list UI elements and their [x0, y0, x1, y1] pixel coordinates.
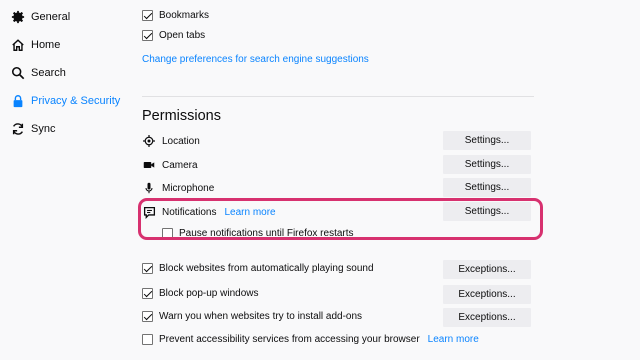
change-search-preferences-link[interactable]: Change preferences for search engine sug…	[142, 54, 369, 65]
sidebar-item-search[interactable]: Search	[10, 62, 66, 84]
sync-icon	[10, 121, 26, 137]
bookmarks-label: Bookmarks	[159, 10, 210, 21]
prevent-accessibility-checkbox[interactable]	[142, 334, 153, 345]
sidebar-item-label: Privacy & Security	[31, 95, 121, 107]
sidebar-item-label: Home	[31, 39, 61, 51]
microphone-icon	[142, 181, 156, 195]
microphone-label: Microphone	[162, 182, 215, 194]
block-popups-checkbox[interactable]	[142, 288, 153, 299]
prevent-accessibility-label: Prevent accessibility services from acce…	[159, 334, 420, 345]
block-autoplay-option[interactable]: Block websites from automatically playin…	[142, 263, 374, 274]
sidebar-item-sync[interactable]: Sync	[10, 118, 55, 140]
sidebar-item-general[interactable]: General	[10, 6, 70, 28]
bookmarks-checkbox[interactable]	[142, 10, 153, 21]
section-divider	[142, 96, 534, 97]
warn-addons-option[interactable]: Warn you when websites try to install ad…	[142, 311, 362, 322]
sidebar-item-privacy-security[interactable]: Privacy & Security	[10, 90, 120, 112]
home-icon	[10, 37, 26, 53]
warn-addons-checkbox[interactable]	[142, 311, 153, 322]
camera-icon	[142, 158, 156, 172]
autoplay-exceptions-button[interactable]: Exceptions...	[443, 260, 531, 279]
addons-exceptions-button[interactable]: Exceptions...	[443, 308, 531, 327]
prevent-accessibility-option[interactable]: Prevent accessibility services from acce…	[142, 334, 479, 345]
bookmarks-option[interactable]: Bookmarks	[142, 10, 209, 21]
location-icon	[142, 134, 156, 148]
microphone-permission-row: Microphone	[142, 181, 214, 195]
location-permission-row: Location	[142, 134, 200, 148]
main-content: Bookmarks Open tabs Change preferences f…	[142, 0, 542, 360]
popups-exceptions-button[interactable]: Exceptions...	[443, 285, 531, 304]
accessibility-learn-more-link[interactable]: Learn more	[428, 334, 479, 345]
sidebar-item-label: Search	[31, 67, 66, 79]
change-preferences-row: Change preferences for search engine sug…	[142, 54, 369, 65]
camera-label: Camera	[162, 159, 198, 171]
warn-addons-label: Warn you when websites try to install ad…	[159, 311, 363, 322]
open-tabs-label: Open tabs	[159, 30, 206, 41]
notifications-highlight	[138, 198, 543, 240]
location-settings-button[interactable]: Settings...	[443, 131, 531, 150]
camera-settings-button[interactable]: Settings...	[443, 155, 531, 174]
sidebar-item-home[interactable]: Home	[10, 34, 60, 56]
block-popups-option[interactable]: Block pop-up windows	[142, 288, 259, 299]
open-tabs-checkbox[interactable]	[142, 30, 153, 41]
sidebar-item-label: Sync	[31, 123, 56, 135]
block-autoplay-label: Block websites from automatically playin…	[159, 263, 374, 274]
camera-permission-row: Camera	[142, 158, 198, 172]
location-label: Location	[162, 135, 200, 147]
block-popups-label: Block pop-up windows	[159, 288, 259, 299]
microphone-settings-button[interactable]: Settings...	[443, 178, 531, 197]
sidebar: General Home Search Privacy & Security S…	[0, 0, 130, 360]
search-icon	[10, 65, 26, 81]
gear-icon	[10, 9, 26, 25]
lock-icon	[10, 93, 26, 109]
sidebar-item-label: General	[31, 11, 71, 23]
block-autoplay-checkbox[interactable]	[142, 263, 153, 274]
permissions-heading: Permissions	[142, 108, 221, 124]
open-tabs-option[interactable]: Open tabs	[142, 30, 205, 41]
